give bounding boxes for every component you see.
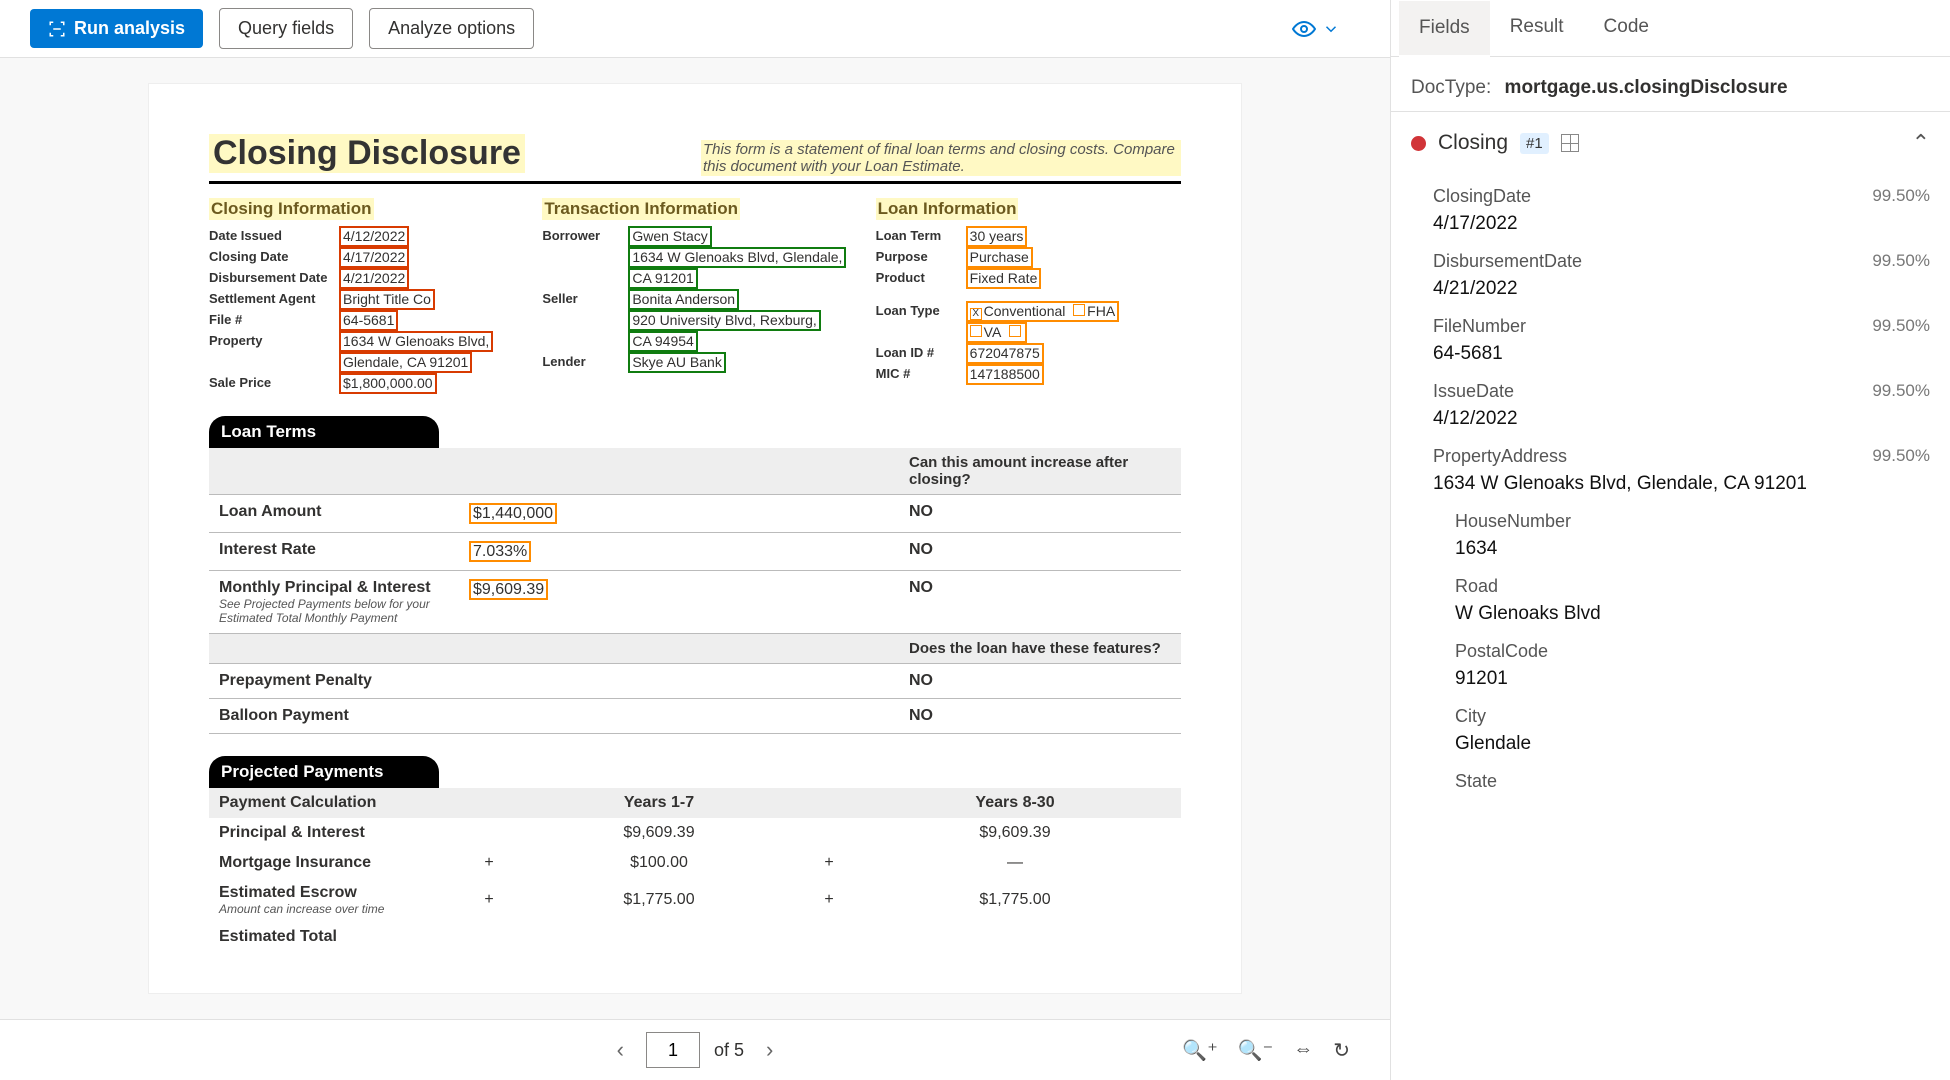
projected-row: Principal & Interest$9,609.39$9,609.39 — [209, 818, 1181, 848]
section-header[interactable]: Closing #1 ⌃ — [1391, 112, 1950, 174]
extracted-subfield[interactable]: State — [1411, 759, 1930, 802]
run-analysis-button[interactable]: Run analysis — [30, 9, 203, 48]
loan-terms-table: Can this amount increase after closing? … — [209, 448, 1181, 734]
table-view-icon[interactable] — [1561, 134, 1579, 152]
loan-info-col: Loan Information Loan Term30 years Purpo… — [876, 198, 1181, 394]
query-fields-button[interactable]: Query fields — [219, 8, 353, 49]
page-total-label: of 5 — [714, 1040, 744, 1061]
fields-list[interactable]: ClosingDate99.50%4/17/2022DisbursementDa… — [1391, 174, 1950, 1080]
run-analysis-label: Run analysis — [74, 18, 185, 39]
loan-terms-header: Loan Terms — [209, 416, 439, 448]
doc-blurb: This form is a statement of final loan t… — [701, 140, 1181, 176]
tab-code[interactable]: Code — [1584, 0, 1669, 56]
projected-row: Estimated EscrowAmount can increase over… — [209, 878, 1181, 922]
extracted-subfield[interactable]: PostalCode91201 — [1411, 629, 1930, 694]
page-number-input[interactable] — [646, 1032, 700, 1068]
tab-result[interactable]: Result — [1490, 0, 1584, 56]
projected-row: Estimated Total — [209, 922, 1181, 952]
extracted-field[interactable]: DisbursementDate99.50%4/21/2022 — [1411, 239, 1930, 304]
extracted-subfield[interactable]: CityGlendale — [1411, 694, 1930, 759]
closing-info-col: Closing Information Date Issued4/12/2022… — [209, 198, 514, 394]
document-page: Closing Disclosure This form is a statem… — [149, 84, 1241, 993]
next-page-button[interactable]: › — [758, 1033, 781, 1067]
chevron-down-icon[interactable] — [1322, 20, 1340, 38]
scan-icon — [48, 20, 66, 38]
analyze-options-button[interactable]: Analyze options — [369, 8, 534, 49]
extracted-field[interactable]: IssueDate99.50%4/12/2022 — [1411, 369, 1930, 434]
visibility-icon[interactable] — [1292, 17, 1316, 41]
transaction-info-col: Transaction Information BorrowerGwen Sta… — [542, 198, 847, 394]
fit-width-icon[interactable]: ⇔ — [1293, 1038, 1313, 1063]
document-viewer[interactable]: Closing Disclosure This form is a statem… — [0, 58, 1390, 1019]
tab-fields[interactable]: Fields — [1399, 1, 1490, 57]
extracted-field[interactable]: FileNumber99.50%64-5681 — [1411, 304, 1930, 369]
prev-page-button[interactable]: ‹ — [609, 1033, 632, 1067]
section-name: Closing — [1438, 131, 1508, 155]
extracted-subfield[interactable]: RoadW Glenoaks Blvd — [1411, 564, 1930, 629]
section-badge: #1 — [1520, 133, 1549, 154]
chevron-up-icon[interactable]: ⌃ — [1912, 130, 1930, 156]
extracted-field[interactable]: ClosingDate99.50%4/17/2022 — [1411, 174, 1930, 239]
page-controls: ‹ of 5 › 🔍⁺ 🔍⁻ ⇔ ↻ — [0, 1019, 1390, 1080]
projected-payments-header: Projected Payments — [209, 756, 439, 788]
doc-title: Closing Disclosure — [209, 134, 525, 173]
extracted-field[interactable]: PropertyAddress99.50%1634 W Glenoaks Blv… — [1411, 434, 1930, 499]
rotate-icon[interactable]: ↻ — [1333, 1038, 1350, 1063]
projected-payments-table: Payment CalculationYears 1-7Years 8-30 P… — [209, 788, 1181, 952]
results-panel: Fields Result Code DocType: mortgage.us.… — [1390, 0, 1950, 1080]
doctype-row: DocType: mortgage.us.closingDisclosure — [1391, 57, 1950, 112]
results-tabs: Fields Result Code — [1391, 0, 1950, 57]
zoom-out-icon[interactable]: 🔍⁻ — [1238, 1038, 1273, 1063]
projected-row: Mortgage Insurance+$100.00+— — [209, 848, 1181, 878]
status-dot-icon — [1411, 136, 1426, 151]
zoom-in-icon[interactable]: 🔍⁺ — [1182, 1038, 1217, 1063]
top-toolbar: Run analysis Query fields Analyze option… — [0, 0, 1390, 58]
extracted-subfield[interactable]: HouseNumber1634 — [1411, 499, 1930, 564]
doctype-value: mortgage.us.closingDisclosure — [1505, 77, 1788, 98]
